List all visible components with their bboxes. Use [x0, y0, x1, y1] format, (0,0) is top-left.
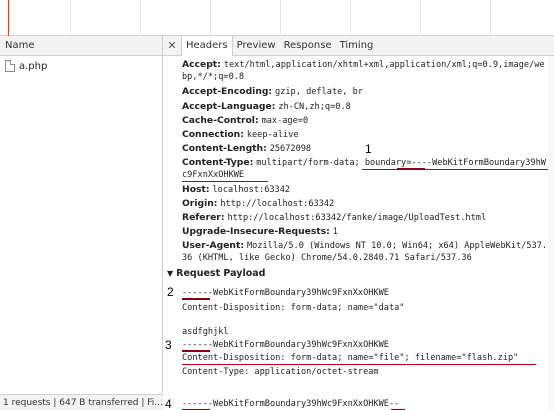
annotation-number: 3	[165, 338, 172, 352]
header-row: Referer: http://localhost:63342/fanke/im…	[182, 212, 487, 223]
timeline-grid-line	[70, 0, 71, 36]
header-row: User-Agent: Mozilla/5.0 (Windows NT 10.0…	[182, 240, 548, 251]
detail-tabbar: ✕ Headers Preview Response Timing	[163, 36, 554, 56]
request-payload-section-toggle[interactable]: ▼ Request Payload	[167, 268, 265, 279]
payload-line: ------WebKitFormBoundary39hWc9FxnXxOHKWE	[182, 340, 389, 350]
payload-line: Content-Disposition: form-data; name="fi…	[182, 353, 519, 363]
header-row: Host: localhost:63342	[182, 184, 291, 195]
payload-line: ------WebKitFormBoundary39hWc9FxnXxOHKWE…	[182, 399, 400, 409]
timeline-grid-line	[420, 0, 421, 36]
request-list-panel: Name a.php 1 requests | 647 B transferre…	[0, 36, 163, 410]
timeline-grid-line	[490, 0, 491, 36]
header-row: Accept-Encoding: gzip, deflate, br	[182, 86, 363, 97]
tab-preview[interactable]: Preview	[233, 36, 280, 55]
request-detail-panel: ✕ Headers Preview Response Timing Accept…	[163, 36, 554, 410]
annotation-underline	[362, 169, 548, 170]
payload-line: Content-Type: application/octet-stream	[182, 367, 379, 377]
tab-timing[interactable]: Timing	[336, 36, 378, 55]
header-row: Upgrade-Insecure-Requests: 1	[182, 226, 338, 237]
payload-line: ------WebKitFormBoundary39hWc9FxnXxOHKWE	[182, 288, 389, 298]
annotation-underline	[182, 181, 268, 182]
payload-line: Content-Disposition: form-data; name="da…	[182, 303, 405, 313]
network-timeline[interactable]	[0, 0, 554, 36]
header-row: Accept-Language: zh-CN,zh;q=0.8	[182, 101, 351, 112]
timeline-grid-line	[140, 0, 141, 36]
close-icon[interactable]: ✕	[163, 36, 181, 55]
timeline-grid-line	[350, 0, 351, 36]
status-bar: 1 requests | 647 B transferred | Fi...	[0, 394, 163, 410]
annotation-number: 1	[365, 142, 372, 156]
request-row[interactable]: a.php	[0, 56, 162, 74]
headers-content: Accept: text/html,application/xhtml+xml,…	[163, 56, 554, 410]
tab-response[interactable]: Response	[280, 36, 336, 55]
header-row-continued: c9FxnXxOHKWE	[182, 170, 245, 180]
file-icon	[5, 60, 15, 72]
header-row-continued: bp,*/*;q=0.8	[182, 72, 245, 82]
annotation-number: 2	[167, 285, 174, 299]
header-row-continued: 36 (KHTML, like Gecko) Chrome/54.0.2840.…	[182, 253, 472, 263]
name-column-header[interactable]: Name	[0, 36, 162, 56]
annotation-underline	[182, 298, 210, 300]
timeline-grid-line	[210, 0, 211, 36]
request-name: a.php	[19, 60, 48, 72]
tab-headers[interactable]: Headers	[181, 36, 233, 56]
header-row: Cache-Control: max-age=0	[182, 115, 309, 126]
vertical-scrollbar[interactable]	[548, 56, 554, 410]
header-row-content-type: Content-Type: multipart/form-data; bound…	[182, 157, 546, 168]
annotation-underline	[182, 364, 536, 365]
annotation-number: 4	[165, 397, 172, 410]
expand-triangle-icon: ▼	[167, 269, 174, 278]
header-row: Origin: http://localhost:63342	[182, 198, 335, 209]
annotation-underline	[397, 168, 425, 170]
payload-line: asdfghjkl	[182, 327, 229, 337]
header-row: Connection: keep-alive	[182, 129, 299, 140]
timeline-grid-line	[280, 0, 281, 36]
timeline-start-marker	[8, 0, 9, 36]
header-row: Accept: text/html,application/xhtml+xml,…	[182, 59, 545, 70]
